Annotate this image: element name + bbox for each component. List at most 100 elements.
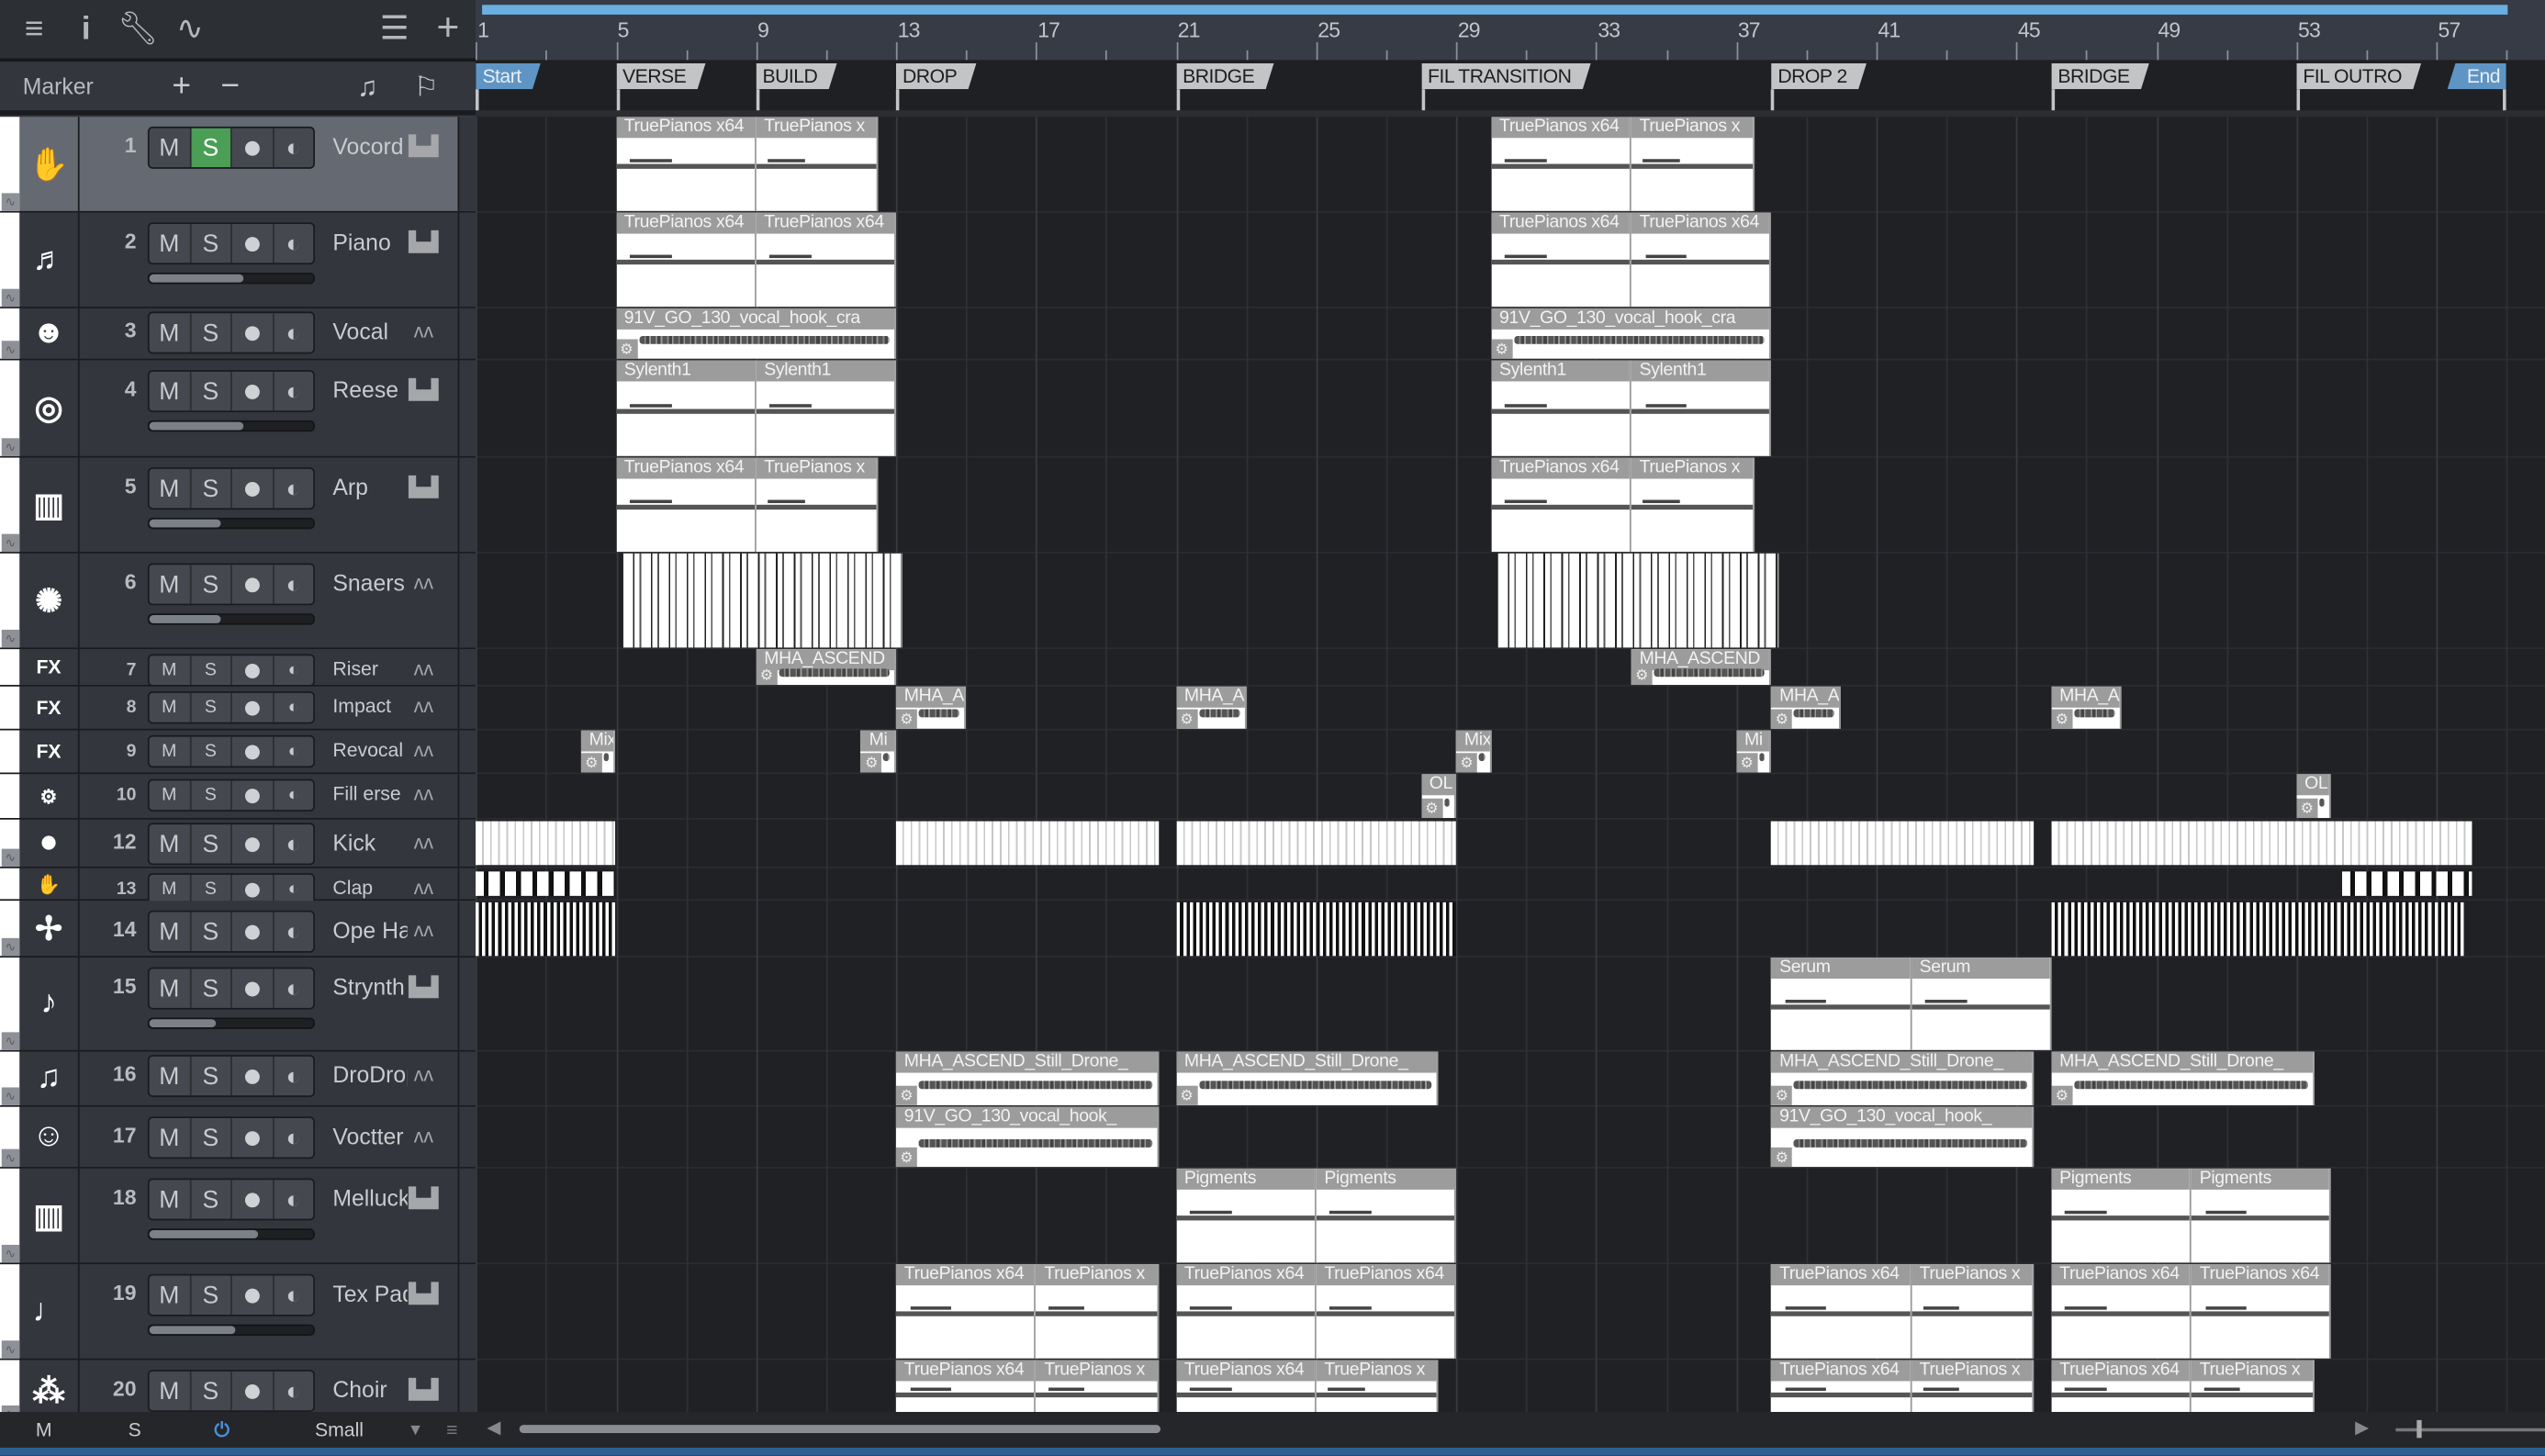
gear-icon[interactable]: ⚙ <box>1771 1085 1793 1105</box>
track-header-19[interactable]: ∿ ♩ 19 M S ◐ Tex Pad ▙▟ <box>0 1264 477 1361</box>
menu-icon[interactable]: ≡ <box>13 10 55 49</box>
volume-fader[interactable] <box>147 1324 315 1336</box>
drum-pattern-clip[interactable] <box>622 553 903 648</box>
track-name[interactable]: Reese <box>332 376 407 402</box>
audio-clip[interactable]: 91V_GO_130_vocal_hook_ ⚙ <box>1771 1106 2035 1168</box>
monitor-button[interactable]: ◐ <box>274 1372 313 1410</box>
track-header-2[interactable]: ∿ ♬ 2 M S ◐ Piano ▙▟ <box>0 212 477 308</box>
solo-button[interactable]: S <box>191 1180 232 1219</box>
instrument-clip[interactable]: TruePianos x64 <box>895 1264 1037 1359</box>
track-name[interactable]: Fill erse <box>332 782 407 805</box>
track-header-12[interactable]: ∿ ● 12 M S ◐ Kick ʌʌ <box>0 819 477 868</box>
mute-button[interactable]: M <box>150 969 191 1008</box>
gear-icon[interactable]: ⚙ <box>1631 665 1653 686</box>
record-arm-button[interactable] <box>232 780 274 811</box>
instrument-clip[interactable]: TruePianos x64 <box>756 212 896 308</box>
hat-pattern-clip[interactable] <box>1176 902 1457 957</box>
solo-all-button[interactable]: S <box>129 1418 141 1441</box>
track-header-4[interactable]: ∿ ◎ 4 M S ◐ Reese ▙▟ <box>0 360 477 458</box>
hat-pattern-clip[interactable] <box>2051 902 2465 957</box>
solo-button[interactable]: S <box>191 912 232 951</box>
track-header-3[interactable]: ∿ ☻ 3 M S ◐ Vocal ʌʌ <box>0 308 477 361</box>
instrument-clip[interactable]: TruePianos x64 <box>2051 1264 2192 1359</box>
marker-bridge[interactable]: BRIDGE <box>1176 63 1273 89</box>
mute-button[interactable]: M <box>150 655 191 686</box>
monitor-button[interactable]: ◐ <box>274 469 313 508</box>
mute-button[interactable]: M <box>150 313 191 353</box>
list-icon[interactable]: ☰ <box>374 10 416 49</box>
gear-icon[interactable]: ⚙ <box>1771 1147 1793 1168</box>
solo-button[interactable]: S <box>191 692 232 722</box>
scroll-right-icon[interactable]: ▶ <box>2355 1417 2369 1438</box>
kick-pattern-clip[interactable] <box>1771 821 2035 866</box>
track-header-5[interactable]: ∿ ▥ 5 M S ◐ Arp ▙▟ <box>0 457 477 554</box>
instrument-clip[interactable]: TruePianos x <box>1036 1264 1159 1359</box>
track-header-8[interactable]: FX 8 M S ◐ Impact ʌʌ <box>0 686 477 731</box>
track-name[interactable]: Piano <box>332 229 407 254</box>
solo-button[interactable]: S <box>191 313 232 353</box>
track-name[interactable]: Voctter <box>332 1123 407 1148</box>
instrument-clip[interactable]: TruePianos x <box>1911 1360 2035 1413</box>
mute-button[interactable]: M <box>150 736 191 767</box>
instrument-clip[interactable]: TruePianos x64 <box>1771 1264 1912 1359</box>
audio-clip[interactable]: MHA_ASCEND ⚙ <box>756 649 896 686</box>
instrument-clip[interactable]: TruePianos x64 <box>1176 1264 1317 1359</box>
automation-toggle-icon[interactable]: ∿ <box>1 533 20 553</box>
monitor-button[interactable]: ◐ <box>274 824 313 863</box>
monitor-button[interactable]: ◐ <box>274 129 313 167</box>
gear-icon[interactable]: ⚙ <box>1420 798 1442 819</box>
instrument-clip[interactable]: TruePianos x64 <box>1176 1360 1317 1413</box>
marker-build[interactable]: BUILD <box>756 63 836 89</box>
solo-button[interactable]: S <box>190 128 232 168</box>
track-name[interactable]: Kick <box>332 829 407 855</box>
monitor-button[interactable]: ◐ <box>274 224 313 263</box>
gear-icon[interactable]: ⚙ <box>1736 753 1758 773</box>
instrument-clip[interactable]: TruePianos x64 <box>1491 212 1631 308</box>
solo-button[interactable]: S <box>191 223 232 263</box>
arrange-area[interactable]: TruePianos x64 TruePianos x TruePianos x64… <box>475 117 2545 1413</box>
monitor-button[interactable]: ◐ <box>274 372 313 410</box>
track-color-strip[interactable] <box>0 730 20 773</box>
track-color-strip[interactable] <box>0 774 20 819</box>
marker-drop-2[interactable]: DROP 2 <box>1771 63 1867 89</box>
tempo-icon[interactable]: ♫ <box>357 72 378 104</box>
track-header-6[interactable]: ∿ ✺ 6 M S ◐ Snaers ʌʌ <box>0 553 477 650</box>
instrument-clip[interactable]: Pigments <box>1316 1168 1457 1263</box>
solo-button[interactable]: S <box>191 969 232 1008</box>
audio-clip[interactable]: MHA_ASCEND_Still_Drone_ ⚙ <box>895 1051 1159 1105</box>
monitor-button[interactable]: ◐ <box>274 313 313 352</box>
audio-clip[interactable]: Mix ⚙ <box>580 730 616 773</box>
solo-button[interactable]: S <box>191 468 232 509</box>
clap-pattern-clip[interactable] <box>476 871 616 896</box>
record-arm-button[interactable] <box>232 912 274 951</box>
instrument-clip[interactable]: TruePianos x64 <box>1491 117 1631 211</box>
track-name[interactable]: Tex Pad <box>332 1281 407 1306</box>
automation-toggle-icon[interactable]: ∿ <box>1 1340 20 1359</box>
monitor-button[interactable]: ◐ <box>274 969 313 1007</box>
marker-start[interactable]: Start <box>476 63 540 89</box>
mute-button[interactable]: M <box>150 1118 191 1158</box>
audio-clip[interactable]: MHA_A ⚙ <box>1771 686 1842 729</box>
track-name[interactable]: Clap <box>332 877 407 900</box>
track-name[interactable]: Revocal <box>332 738 407 761</box>
audio-clip[interactable]: 91V_GO_130_vocal_hook_ ⚙ <box>895 1106 1159 1168</box>
mute-button[interactable]: M <box>150 371 191 411</box>
horizontal-scrollbar[interactable] <box>519 1425 1161 1434</box>
mute-button[interactable]: M <box>150 1371 191 1411</box>
automation-icon[interactable]: ∿ <box>169 10 211 49</box>
track-header-10[interactable]: ⚙ 10 M S ◐ Fill erse ʌʌ <box>0 774 477 820</box>
instrument-clip[interactable]: TruePianos x64 <box>895 1360 1037 1413</box>
mute-all-button[interactable]: M <box>36 1418 52 1441</box>
audio-clip[interactable]: MHA_A ⚙ <box>2051 686 2122 729</box>
solo-button[interactable]: S <box>191 736 232 767</box>
record-arm-button[interactable] <box>232 371 274 411</box>
automation-toggle-icon[interactable]: ∿ <box>1 848 20 868</box>
audio-clip[interactable]: MHA_ASCEND_Still_Drone_ ⚙ <box>1176 1051 1439 1105</box>
gear-icon[interactable]: ⚙ <box>895 1147 917 1168</box>
monitor-button[interactable]: ◐ <box>274 913 313 951</box>
audio-clip[interactable]: MHA_ASCEND_Still_Drone_ ⚙ <box>1771 1051 2035 1105</box>
solo-button[interactable]: S <box>191 1371 232 1411</box>
record-arm-button[interactable] <box>232 1118 274 1158</box>
monitor-button[interactable]: ◐ <box>274 780 313 810</box>
gear-icon[interactable]: ⚙ <box>2051 709 2073 729</box>
